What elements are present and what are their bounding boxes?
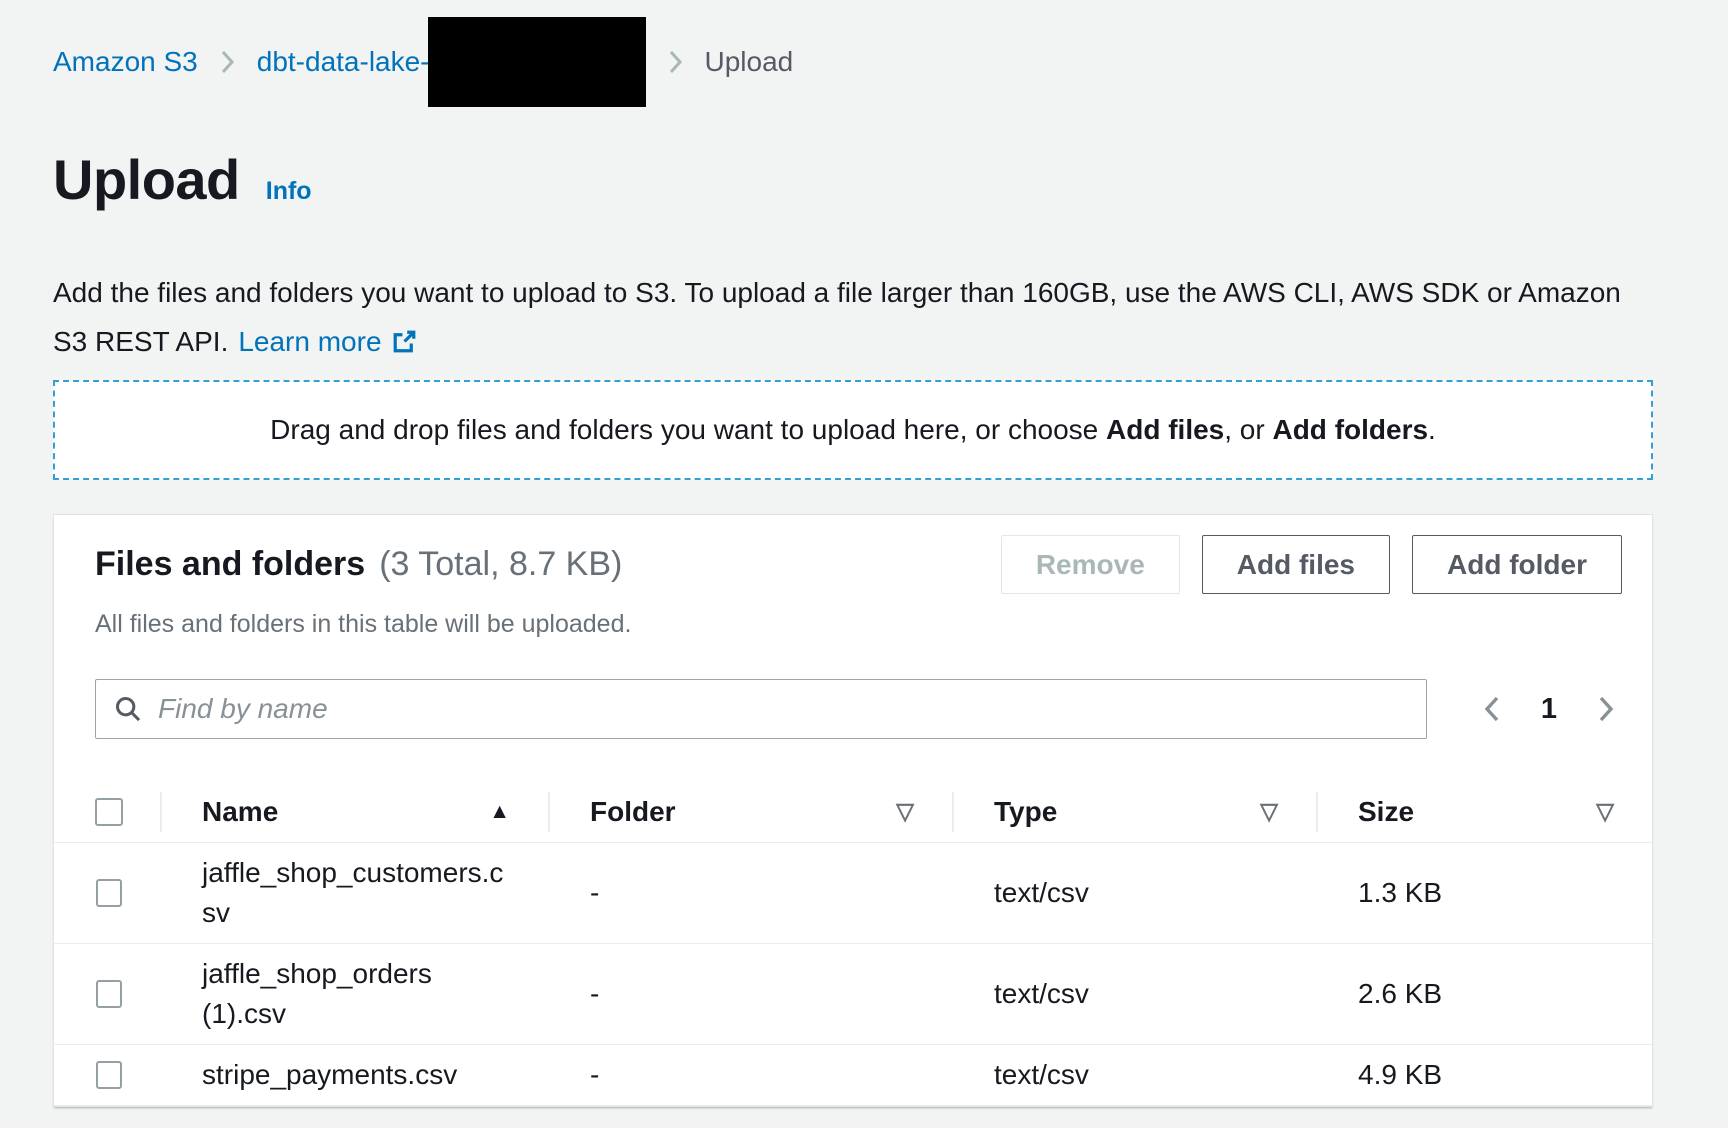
external-link-icon — [391, 328, 418, 355]
dropzone-add-files-label: Add files — [1106, 414, 1224, 445]
row-checkbox[interactable] — [96, 980, 122, 1008]
row-select-cell — [54, 944, 160, 1044]
previous-page-button[interactable] — [1479, 690, 1505, 728]
cell-name: jaffle_shop_orders (1).csv — [160, 944, 548, 1044]
chevron-right-icon — [1597, 694, 1615, 724]
chevron-right-icon — [220, 49, 235, 75]
drag-and-drop-zone[interactable]: Drag and drop files and folders you want… — [53, 380, 1653, 480]
search-box — [95, 679, 1427, 739]
page-content: Amazon S3 dbt-data-lake- Upload Upload I… — [0, 17, 1728, 1128]
panel-header: Files and folders (3 Total, 8.7 KB) Remo… — [54, 515, 1652, 639]
breadcrumb-amazon-s3[interactable]: Amazon S3 — [53, 46, 198, 78]
description-line1: Add the files and folders you want to up… — [53, 277, 1621, 308]
dropzone-add-folders-label: Add folders — [1272, 414, 1428, 445]
dropzone-text-separator: , or — [1224, 414, 1272, 445]
add-folder-button[interactable]: Add folder — [1412, 535, 1622, 594]
select-all-checkbox[interactable] — [95, 798, 123, 826]
pagination: 1 — [1479, 690, 1619, 728]
title-line: Upload Info — [53, 147, 1653, 212]
breadcrumb-current: Upload — [705, 46, 794, 78]
search-input[interactable] — [158, 693, 1408, 725]
files-table: Name ▲ Folder ▽ Type ▽ Size ▽ — [54, 781, 1652, 1106]
cell-size: 1.3 KB — [1316, 843, 1652, 943]
dropzone-text: Drag and drop files and folders you want… — [270, 414, 1436, 446]
row-checkbox[interactable] — [96, 1061, 122, 1089]
chevron-right-icon — [668, 49, 683, 75]
sort-icon: ▽ — [1260, 798, 1278, 825]
row-select-cell — [54, 843, 160, 943]
breadcrumb-bucket: dbt-data-lake- — [257, 17, 646, 107]
panel-summary: (3 Total, 8.7 KB) — [379, 545, 622, 584]
cell-size: 2.6 KB — [1316, 944, 1652, 1044]
cell-size: 4.9 KB — [1316, 1045, 1652, 1105]
files-and-folders-panel: Files and folders (3 Total, 8.7 KB) Remo… — [53, 514, 1653, 1107]
page-description: Add the files and folders you want to up… — [53, 268, 1653, 366]
next-page-button[interactable] — [1593, 690, 1619, 728]
table-header-row: Name ▲ Folder ▽ Type ▽ Size ▽ — [54, 781, 1652, 843]
select-all-cell — [54, 781, 160, 842]
learn-more-link[interactable]: Learn more — [238, 326, 417, 357]
breadcrumb: Amazon S3 dbt-data-lake- Upload — [53, 17, 1653, 107]
add-files-button[interactable]: Add files — [1202, 535, 1390, 594]
column-header-size[interactable]: Size ▽ — [1316, 781, 1652, 842]
page-title: Upload — [53, 147, 240, 212]
column-label-size: Size — [1358, 796, 1414, 828]
dropzone-text-period: . — [1428, 414, 1436, 445]
cell-type: text/csv — [952, 944, 1316, 1044]
cell-folder: - — [548, 1045, 952, 1105]
column-label-type: Type — [994, 796, 1057, 828]
dropzone-text-prefix: Drag and drop files and folders you want… — [270, 414, 1106, 445]
table-row: jaffle_shop_customers.csv - text/csv 1.3… — [54, 843, 1652, 944]
sort-icon: ▽ — [1596, 798, 1614, 825]
file-name: jaffle_shop_customers.csv — [202, 853, 512, 933]
remove-button[interactable]: Remove — [1001, 535, 1180, 594]
panel-actions: Remove Add files Add folder — [1001, 535, 1622, 594]
file-name: stripe_payments.csv — [202, 1055, 510, 1095]
column-header-name[interactable]: Name ▲ — [160, 781, 548, 842]
column-header-type[interactable]: Type ▽ — [952, 781, 1316, 842]
table-row: jaffle_shop_orders (1).csv - text/csv 2.… — [54, 944, 1652, 1045]
panel-title: Files and folders — [95, 545, 365, 584]
description-line2: S3 REST API. — [53, 326, 228, 357]
row-checkbox[interactable] — [96, 879, 122, 907]
cell-name: jaffle_shop_customers.csv — [160, 843, 548, 943]
redacted-bucket-name — [428, 17, 646, 107]
table-row: stripe_payments.csv - text/csv 4.9 KB — [54, 1045, 1652, 1106]
row-select-cell — [54, 1045, 160, 1105]
sort-icon: ▽ — [896, 798, 914, 825]
page-number[interactable]: 1 — [1541, 693, 1557, 726]
learn-more-label: Learn more — [238, 326, 381, 357]
cell-name: stripe_payments.csv — [160, 1045, 548, 1105]
panel-subtitle: All files and folders in this table will… — [95, 610, 1622, 639]
cell-folder: - — [548, 944, 952, 1044]
file-name: jaffle_shop_orders (1).csv — [202, 954, 510, 1034]
info-link[interactable]: Info — [266, 177, 312, 206]
breadcrumb-bucket-link[interactable]: dbt-data-lake- — [257, 46, 430, 78]
sort-ascending-icon: ▲ — [489, 800, 510, 824]
cell-type: text/csv — [952, 1045, 1316, 1105]
cell-type: text/csv — [952, 843, 1316, 943]
search-row: 1 — [95, 679, 1619, 739]
panel-title-group: Files and folders (3 Total, 8.7 KB) — [95, 545, 622, 584]
cell-folder: - — [548, 843, 952, 943]
search-icon — [114, 695, 142, 723]
column-label-folder: Folder — [590, 796, 676, 828]
column-header-folder[interactable]: Folder ▽ — [548, 781, 952, 842]
chevron-left-icon — [1483, 694, 1501, 724]
column-label-name: Name — [202, 796, 278, 828]
